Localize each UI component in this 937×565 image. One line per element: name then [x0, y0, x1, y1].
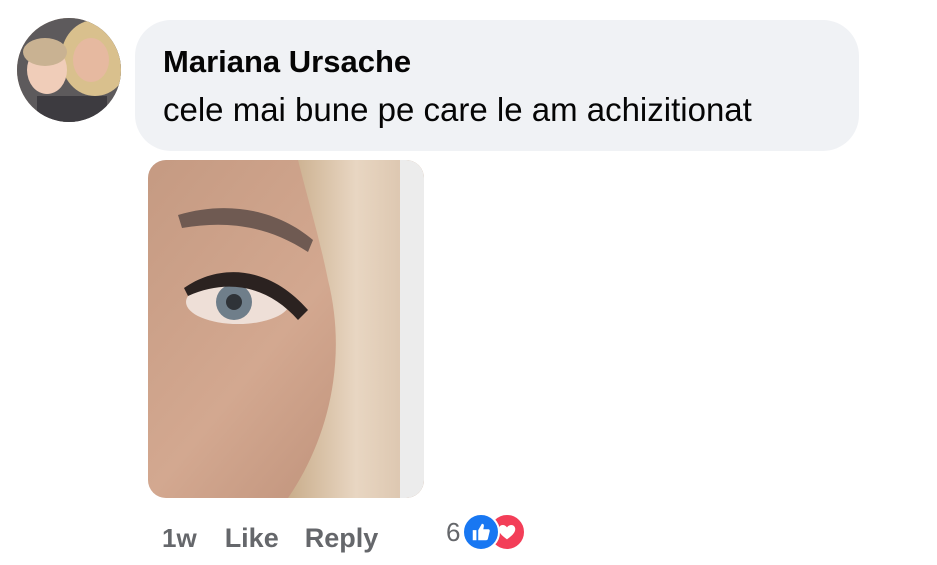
reply-button[interactable]: Reply — [305, 523, 379, 554]
like-button[interactable]: Like — [225, 523, 279, 554]
avatar-image — [17, 18, 121, 122]
comment-text: cele mai bune pe care le am achizitionat — [163, 91, 752, 128]
photo-image — [148, 160, 424, 498]
thumbs-up-icon — [473, 523, 491, 541]
reactions-summary[interactable]: 6 — [446, 511, 527, 553]
author-name[interactable]: Mariana Ursache — [163, 42, 831, 82]
reaction-count: 6 — [446, 516, 461, 547]
author-avatar[interactable] — [17, 18, 121, 122]
attached-photo[interactable] — [148, 160, 424, 498]
comment-timestamp[interactable]: 1w — [162, 523, 197, 554]
comment-actions: 1w Like Reply — [162, 518, 404, 558]
comment: Mariana Ursache cele mai bune pe care le… — [0, 0, 937, 565]
comment-bubble: Mariana Ursache cele mai bune pe care le… — [135, 20, 859, 151]
